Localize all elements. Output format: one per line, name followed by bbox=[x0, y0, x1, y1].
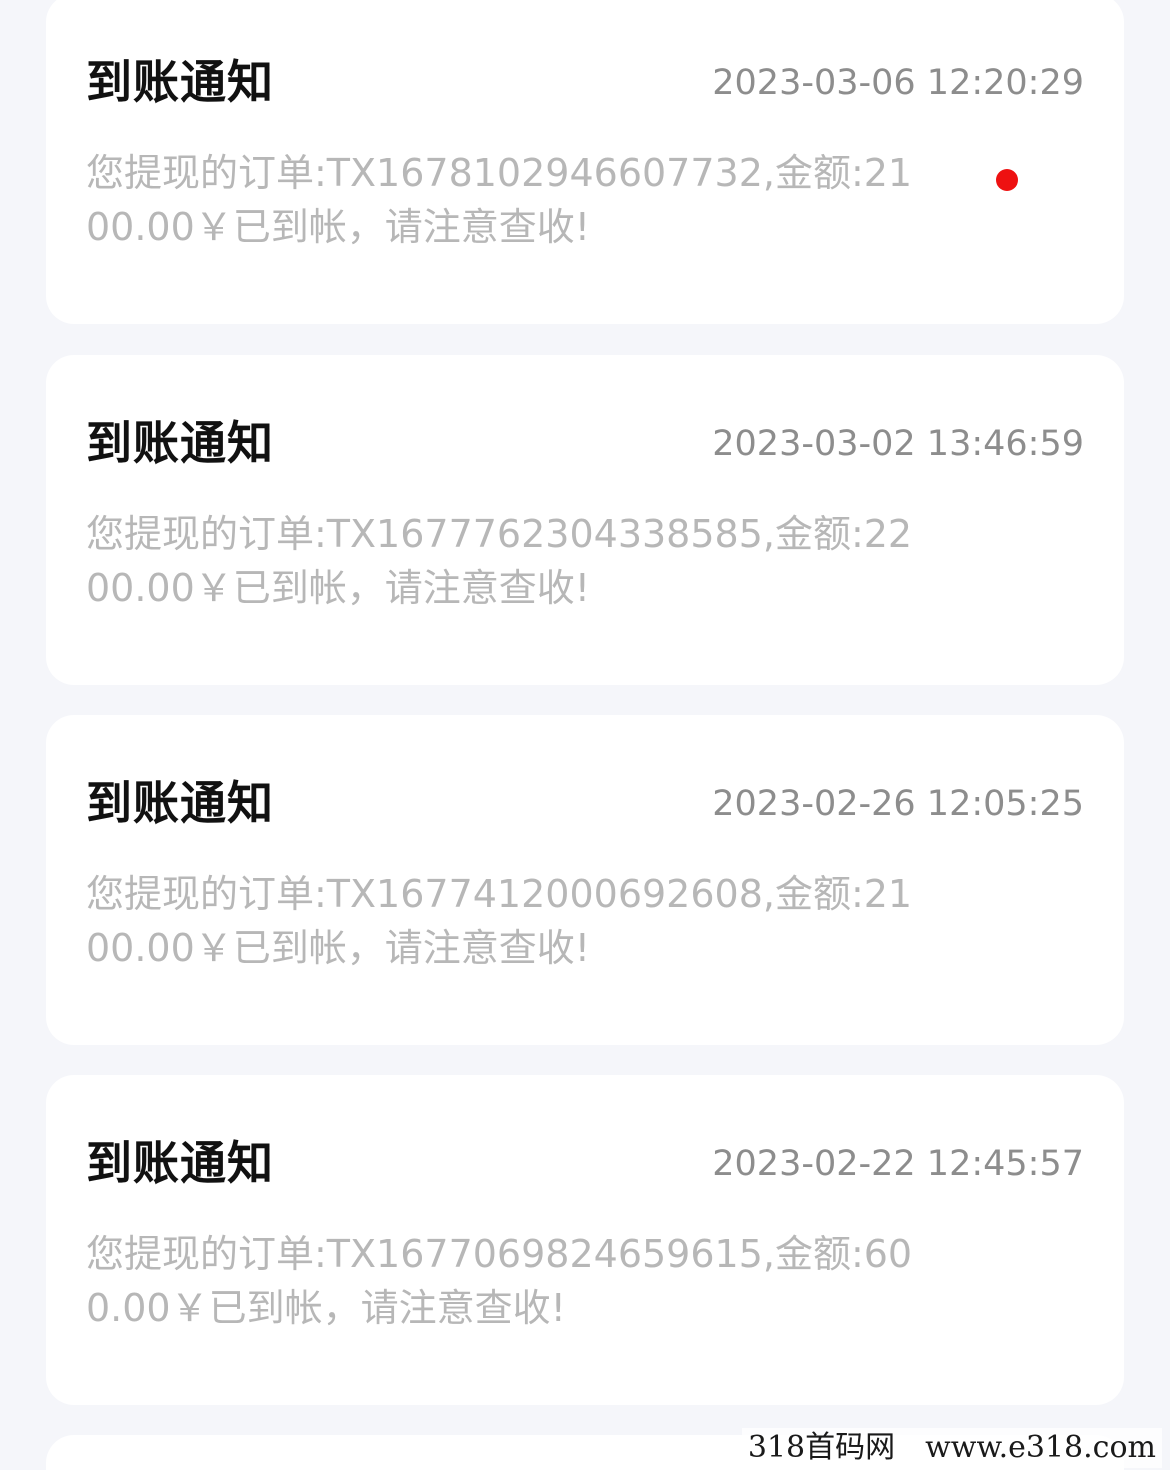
notification-time: 2023-03-06 12:20:29 bbox=[712, 63, 1084, 103]
notification-time: 2023-02-26 12:05:25 bbox=[712, 784, 1084, 824]
notification-time: 2023-02-22 12:45:57 bbox=[712, 1144, 1084, 1184]
notification-time: 2023-03-02 13:46:59 bbox=[712, 424, 1084, 464]
notification-card[interactable]: 到账通知 2023-03-06 12:20:29 您提现的订单:TX167810… bbox=[46, 0, 1124, 324]
notification-card[interactable]: 到账通知 2023-02-26 12:05:25 您提现的订单:TX167741… bbox=[46, 715, 1124, 1045]
notification-message: 您提现的订单:TX1677412000692608,金额:2100.00￥已到帐… bbox=[86, 872, 913, 970]
notification-title: 到账通知 bbox=[86, 416, 274, 470]
unread-dot-icon bbox=[996, 169, 1018, 191]
notification-title: 到账通知 bbox=[86, 1136, 274, 1190]
notification-title: 到账通知 bbox=[86, 55, 274, 109]
notification-title: 到账通知 bbox=[86, 776, 274, 830]
notification-card[interactable]: 到账通知 2023-02-22 12:45:57 您提现的订单:TX167706… bbox=[46, 1075, 1124, 1405]
notification-list: 到账通知 2023-03-06 12:20:29 您提现的订单:TX167810… bbox=[0, 0, 1170, 1470]
notification-card[interactable]: 到账通知 2023-03-02 13:46:59 您提现的订单:TX167776… bbox=[46, 355, 1124, 685]
notification-message: 您提现的订单:TX1678102946607732,金额:2100.00￥已到帐… bbox=[86, 151, 913, 249]
watermark: 318首码网 www.e318.com bbox=[741, 1428, 1162, 1468]
notification-message: 您提现的订单:TX1677069824659615,金额:600.00￥已到帐，… bbox=[86, 1232, 913, 1330]
notification-message: 您提现的订单:TX1677762304338585,金额:2200.00￥已到帐… bbox=[86, 512, 913, 610]
